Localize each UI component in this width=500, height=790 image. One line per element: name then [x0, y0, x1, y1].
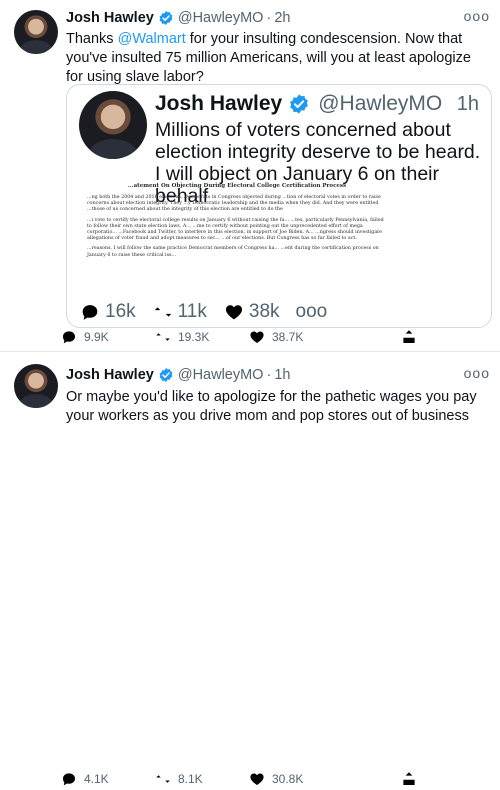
quoted-reply-value: 16k — [105, 301, 136, 322]
action-bar: 4.1K 8.1K 30.8K — [60, 770, 420, 790]
retweet-count: 8.1K — [178, 772, 203, 786]
verified-badge-icon — [158, 367, 174, 383]
separator-dot: · — [266, 367, 272, 383]
reply-count: 9.9K — [84, 330, 109, 344]
timestamp[interactable]: 2h — [274, 10, 290, 26]
document-paragraph: ...reasons, I will follow the same pract… — [87, 246, 379, 258]
share-button[interactable] — [400, 770, 424, 788]
retweet-count: 19.3K — [178, 330, 210, 344]
document-title: ...atement On Objecting During Electoral… — [127, 183, 347, 189]
reply-button[interactable]: 9.9K — [60, 328, 109, 346]
quoted-header: Josh Hawley @HawleyMO 1h — [155, 91, 483, 117]
tweet-header: Josh Hawley @HawleyMO · 2h ooo — [66, 8, 490, 28]
like-button[interactable]: 30.8K — [248, 770, 303, 788]
more-options-icon[interactable]: ooo — [464, 8, 490, 24]
like-icon — [248, 328, 266, 346]
author-handle[interactable]: @HawleyMO — [178, 10, 264, 26]
action-bar: 9.9K 19.3K 38.7K — [60, 328, 420, 348]
reply-count: 4.1K — [84, 772, 109, 786]
tweet[interactable]: Josh Hawley @HawleyMO · 2h ooo Thanks @W… — [0, 0, 500, 352]
author-handle[interactable]: @HawleyMO — [178, 367, 264, 383]
retweet-icon — [152, 301, 174, 323]
retweet-button[interactable]: 8.1K — [154, 770, 203, 788]
timestamp[interactable]: 1h — [274, 367, 290, 383]
reply-icon — [60, 770, 78, 788]
statement-document-image: ...atement On Objecting During Electoral… — [87, 183, 387, 309]
reply-button[interactable]: 4.1K — [60, 770, 109, 788]
like-count: 30.8K — [272, 772, 304, 786]
quoted-like-count: 38k — [223, 301, 280, 323]
tweet-text: Or maybe you'd like to apologize for the… — [66, 389, 477, 424]
tweet-header: Josh Hawley @HawleyMO · 1h ooo — [66, 365, 490, 385]
tweet-text-start: Thanks — [66, 31, 118, 47]
quoted-more-icon: ooo — [295, 301, 328, 322]
retweet-button[interactable]: 19.3K — [154, 328, 209, 346]
quoted-stats: 16k 11k 38k ooo — [79, 301, 343, 323]
like-count: 38.7K — [272, 330, 304, 344]
tweet[interactable]: Josh Hawley @HawleyMO · 1h ooo Or maybe … — [0, 352, 500, 786]
retweet-icon — [154, 770, 172, 788]
quoted-verified-badge-icon — [288, 93, 310, 115]
quoted-timestamp: 1h — [456, 92, 479, 115]
quoted-author-name: Josh Hawley — [155, 92, 283, 115]
share-icon — [400, 328, 418, 346]
share-button[interactable] — [400, 328, 424, 346]
reply-icon — [79, 301, 101, 323]
retweet-icon — [154, 328, 172, 346]
document-paragraph: ...ng both the 2004 and 2016 elections, … — [87, 195, 381, 213]
share-icon — [400, 770, 418, 788]
avatar[interactable] — [14, 10, 58, 54]
like-icon — [223, 301, 245, 323]
avatar[interactable] — [14, 364, 58, 408]
quoted-retweet-value: 11k — [177, 301, 207, 322]
like-icon — [248, 770, 266, 788]
author-name[interactable]: Josh Hawley — [66, 367, 154, 383]
quoted-reply-count: 16k — [79, 301, 136, 323]
quoted-like-value: 38k — [248, 301, 280, 322]
more-options-icon[interactable]: ooo — [464, 365, 490, 381]
verified-badge-icon — [158, 10, 174, 26]
quoted-avatar — [79, 91, 147, 159]
separator-dot: · — [266, 10, 272, 26]
author-name[interactable]: Josh Hawley — [66, 10, 154, 26]
tweet-text: Thanks @Walmart for your insulting conde… — [66, 30, 488, 87]
reply-icon — [60, 328, 78, 346]
mention-link[interactable]: @Walmart — [118, 31, 186, 47]
document-paragraph: ...i vote to certify the electoral colle… — [87, 217, 384, 242]
quoted-retweet-count: 11k — [152, 301, 207, 323]
quoted-author-handle: @HawleyMO — [318, 92, 443, 115]
quoted-tweet-screenshot[interactable]: Josh Hawley @HawleyMO 1h Millions of vot… — [66, 84, 492, 328]
like-button[interactable]: 38.7K — [248, 328, 303, 346]
